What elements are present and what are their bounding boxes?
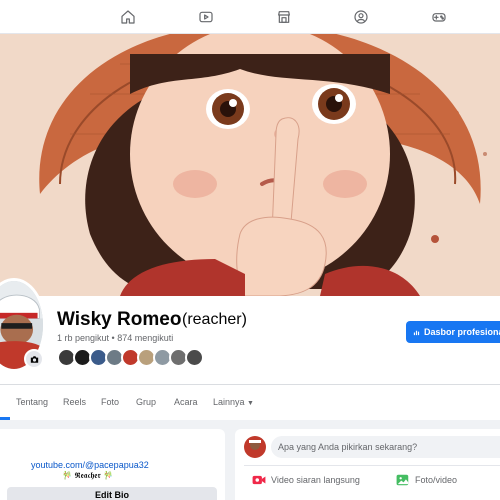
live-video-button[interactable]: Video siaran langsung xyxy=(252,474,360,486)
intro-link[interactable]: youtube.com/@pacepapua32 xyxy=(31,460,149,470)
composer-input[interactable]: Apa yang Anda pikirkan sekarang? xyxy=(271,436,500,458)
caret-down-icon: ▼ xyxy=(247,400,254,407)
profile-name: Wisky Romeo xyxy=(57,309,182,330)
tab-groups[interactable]: Grup xyxy=(136,397,156,407)
dashboard-icon xyxy=(413,330,420,335)
profile-tabs: Tentang Reels Foto Grup Acara Lainnya ▼ xyxy=(0,385,500,420)
composer-avatar[interactable] xyxy=(244,436,266,458)
alternate-name: (reacher) xyxy=(182,311,247,328)
live-video-icon xyxy=(252,475,266,485)
cover-photo[interactable] xyxy=(0,34,500,296)
follower-avatar[interactable] xyxy=(185,348,204,367)
top-navigation-bar xyxy=(0,0,500,34)
tab-photos[interactable]: Foto xyxy=(101,397,119,407)
bio-text: 🎋 𝕽𝖊𝖆𝖈𝖍𝖊𝖗 🎋 xyxy=(62,471,114,480)
dashboard-label: Dasbor profesional xyxy=(423,327,500,337)
video-icon[interactable] xyxy=(196,7,216,27)
groups-icon[interactable] xyxy=(351,7,371,27)
gaming-icon[interactable] xyxy=(429,7,449,27)
edit-bio-button[interactable]: Edit Bio xyxy=(7,487,217,500)
live-video-label: Video siaran langsung xyxy=(271,475,360,485)
follower-avatars[interactable] xyxy=(57,348,204,370)
professional-dashboard-button[interactable]: Dasbor profesional xyxy=(406,321,500,343)
camera-icon[interactable] xyxy=(24,349,44,369)
home-icon[interactable] xyxy=(118,7,138,27)
photo-video-button[interactable]: Foto/video xyxy=(396,474,457,486)
photo-video-icon xyxy=(396,474,409,486)
composer-divider xyxy=(244,465,500,466)
tab-events[interactable]: Acara xyxy=(174,397,198,407)
photo-video-label: Foto/video xyxy=(415,475,458,485)
tab-more[interactable]: Lainnya ▼ xyxy=(213,397,254,407)
tab-about[interactable]: Tentang xyxy=(16,397,48,407)
active-tab-indicator xyxy=(0,417,10,420)
tab-more-label: Lainnya xyxy=(213,397,245,407)
tab-reels[interactable]: Reels xyxy=(63,397,86,407)
marketplace-icon[interactable] xyxy=(274,7,294,27)
follower-stats[interactable]: 1 rb pengikut • 874 mengikuti xyxy=(57,333,173,343)
